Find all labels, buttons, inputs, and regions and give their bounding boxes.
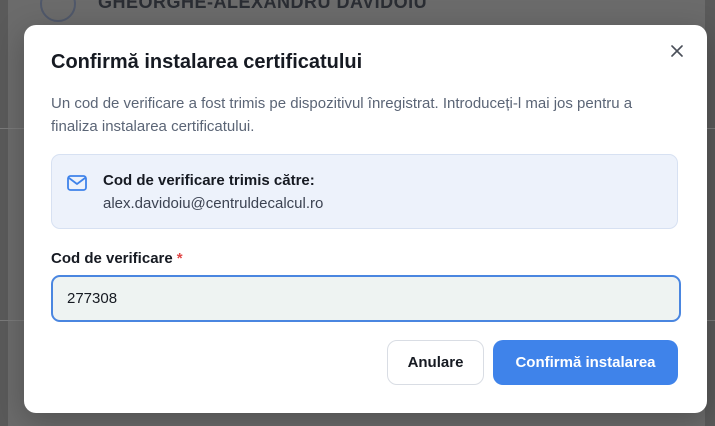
close-button[interactable] xyxy=(669,43,685,59)
background-user-name: GHEORGHE-ALEXANDRU DAVIDOIU xyxy=(98,0,428,12)
dialog-title: Confirmă instalarea certificatului xyxy=(51,51,363,73)
confirm-certificate-dialog: Confirmă instalarea certificatului Un co… xyxy=(24,25,707,413)
verification-code-input[interactable] xyxy=(51,275,681,322)
close-icon xyxy=(671,45,683,57)
info-email: alex.davidoiu@centruldecalcul.ro xyxy=(103,195,324,212)
verification-code-label-text: Cod de verificare xyxy=(51,250,173,267)
dialog-description: Un cod de verificare a fost trimis pe di… xyxy=(51,95,633,135)
mail-icon xyxy=(67,175,87,191)
cancel-button[interactable]: Anulare xyxy=(387,340,484,385)
backdrop-edge-left xyxy=(0,0,8,426)
verification-code-label: Cod de verificare * xyxy=(51,250,183,267)
verification-info-box: Cod de verificare trimis către: alex.dav… xyxy=(51,154,678,229)
confirm-install-button[interactable]: Confirmă instalarea xyxy=(493,340,678,385)
info-label: Cod de verificare trimis către: xyxy=(103,172,315,189)
required-mark: * xyxy=(176,250,183,267)
